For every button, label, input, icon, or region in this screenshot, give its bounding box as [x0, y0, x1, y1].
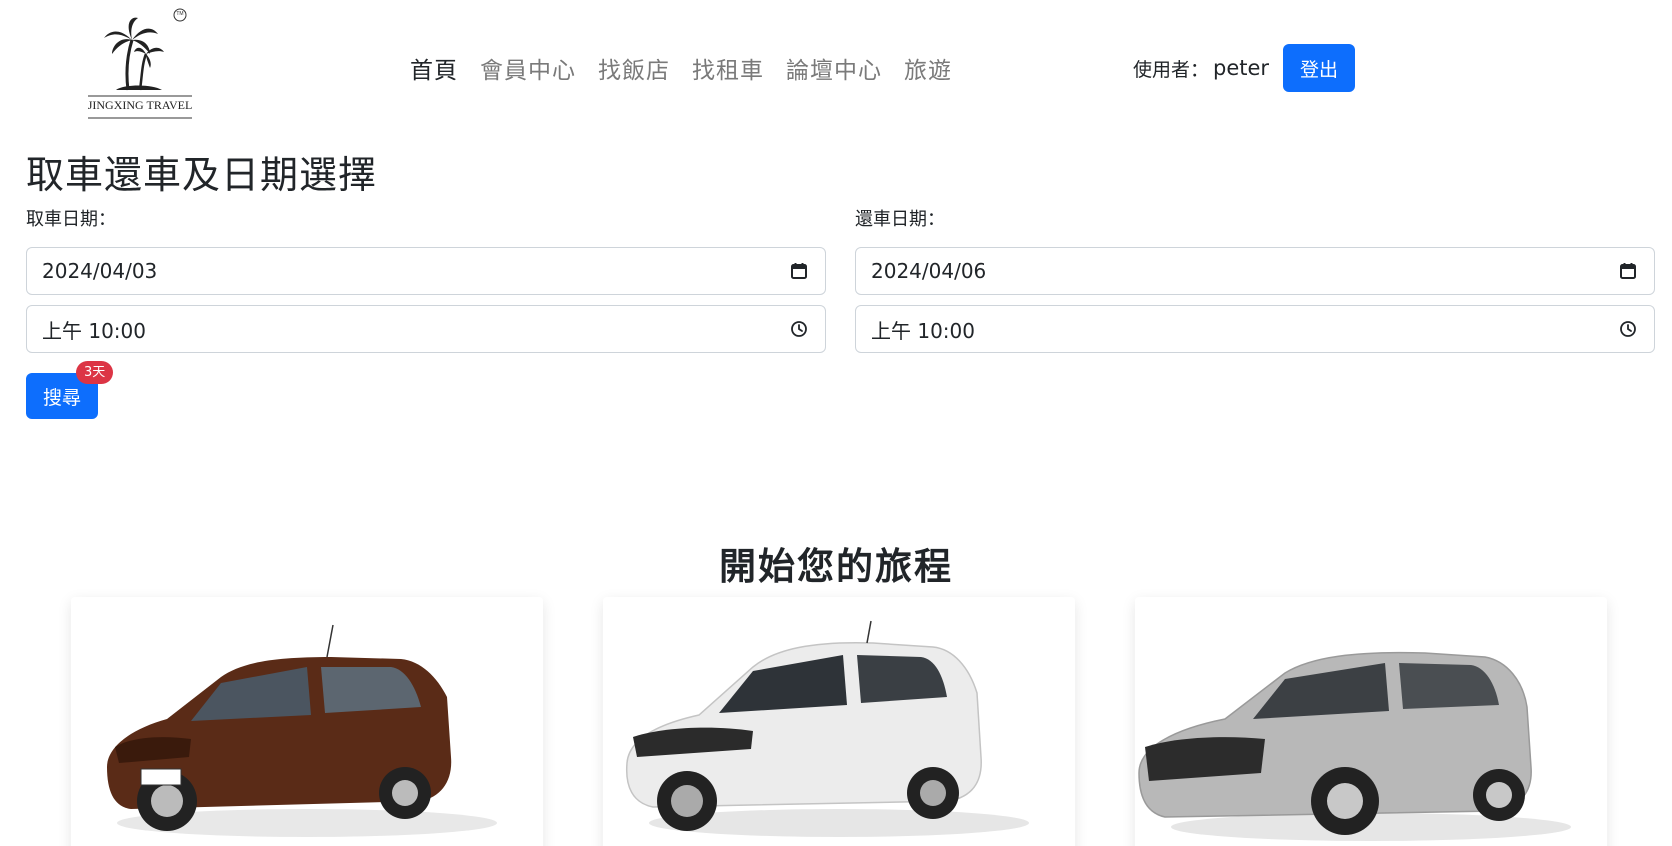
- return-time-value: 上午 10:00: [871, 318, 975, 343]
- section-title: 開始您的旅程: [719, 545, 953, 588]
- return-date-value: 2024/04/06: [871, 259, 987, 283]
- brand-logo[interactable]: JINGXING TRAVEL TM: [80, 6, 200, 128]
- page-title: 取車還車及日期選擇: [26, 153, 378, 197]
- return-date-label: 還車日期：: [855, 209, 945, 230]
- user-name: peter: [1213, 56, 1270, 80]
- search-wrap: 搜尋 3天: [26, 361, 114, 419]
- pickup-time-value: 上午 10:00: [42, 318, 146, 343]
- clock-icon[interactable]: [789, 319, 809, 339]
- pickup-date-value: 2024/04/03: [42, 259, 158, 283]
- trademark-mark: TM: [176, 11, 184, 17]
- nav-item-find-hotel[interactable]: 找飯店: [598, 51, 670, 85]
- nav-item-member-center[interactable]: 會員中心: [480, 51, 576, 85]
- logout-button[interactable]: 登出: [1283, 44, 1356, 92]
- pickup-time-input[interactable]: 上午 10:00: [26, 305, 826, 353]
- clock-icon[interactable]: [1618, 319, 1638, 339]
- white-hatchback-image: [603, 597, 1075, 846]
- return-date-input[interactable]: 2024/04/06: [855, 247, 1655, 295]
- silver-hatchback-image: [1135, 597, 1607, 846]
- nav-item-home[interactable]: 首頁: [410, 51, 458, 85]
- user-area: 使用者： peter 登出: [1133, 44, 1356, 92]
- calendar-icon[interactable]: [789, 261, 809, 281]
- nav-item-forum-center[interactable]: 論壇中心: [786, 51, 882, 85]
- pickup-date-label: 取車日期：: [26, 209, 116, 230]
- nav-item-travel[interactable]: 旅遊: [904, 51, 952, 85]
- pickup-date-input[interactable]: 2024/04/03: [26, 247, 826, 295]
- rental-days-badge: 3天: [76, 361, 114, 384]
- user-label: 使用者：: [1133, 58, 1210, 81]
- calendar-icon[interactable]: [1618, 261, 1638, 281]
- nav-item-find-car-rental[interactable]: 找租車: [692, 51, 764, 85]
- return-section: 還車日期： 2024/04/06 上午 10:00: [855, 208, 1655, 353]
- car-card[interactable]: [603, 597, 1075, 846]
- car-card[interactable]: [71, 597, 543, 846]
- logo-text: JINGXING TRAVEL: [87, 98, 193, 112]
- car-card[interactable]: [1135, 597, 1607, 846]
- main-nav: 首頁 會員中心 找飯店 找租車 論壇中心 旅遊: [410, 50, 974, 86]
- brown-hatchback-image: [71, 597, 543, 846]
- pickup-section: 取車日期： 2024/04/03 上午 10:00: [26, 208, 826, 353]
- return-time-input[interactable]: 上午 10:00: [855, 305, 1655, 353]
